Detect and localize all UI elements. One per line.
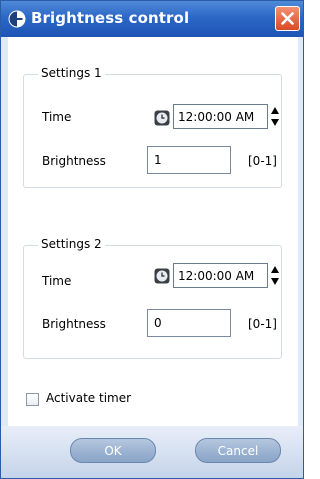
- settings-2-time-input[interactable]: 12:00:00 AM: [173, 263, 268, 288]
- settings-1-time-spinner[interactable]: [270, 104, 280, 129]
- settings-1-range-label: [0-1]: [248, 154, 277, 168]
- settings-1-brightness-label: Brightness: [42, 154, 106, 168]
- settings-2-time-spinner[interactable]: [270, 263, 280, 288]
- settings-1-time-input[interactable]: 12:00:00 AM: [173, 104, 268, 129]
- brightness-icon: [8, 10, 26, 28]
- brightness-control-window: Brightness control Settings 1 Time 12:00…: [0, 0, 304, 479]
- close-button[interactable]: [275, 6, 300, 31]
- settings-1-legend: Settings 1: [38, 66, 105, 80]
- settings-2-range-label: [0-1]: [248, 317, 277, 331]
- activate-timer-label[interactable]: Activate timer: [46, 391, 131, 405]
- window-title: Brightness control: [31, 9, 190, 27]
- clock-icon: [154, 268, 170, 284]
- settings-2-brightness-label: Brightness: [42, 317, 106, 331]
- cancel-button[interactable]: Cancel: [195, 438, 281, 463]
- settings-2-time-label: Time: [42, 274, 72, 288]
- close-icon: [281, 12, 294, 25]
- activate-timer-checkbox[interactable]: [26, 393, 39, 406]
- settings-1-brightness-input[interactable]: 1: [147, 146, 231, 174]
- clock-icon: [154, 110, 170, 126]
- settings-1-time-label: Time: [42, 110, 72, 124]
- settings-2-brightness-input[interactable]: 0: [147, 309, 231, 337]
- settings-2-legend: Settings 2: [38, 237, 105, 251]
- button-bar: OK Cancel: [1, 426, 303, 478]
- title-bar[interactable]: Brightness control: [1, 1, 303, 37]
- ok-button[interactable]: OK: [70, 438, 156, 463]
